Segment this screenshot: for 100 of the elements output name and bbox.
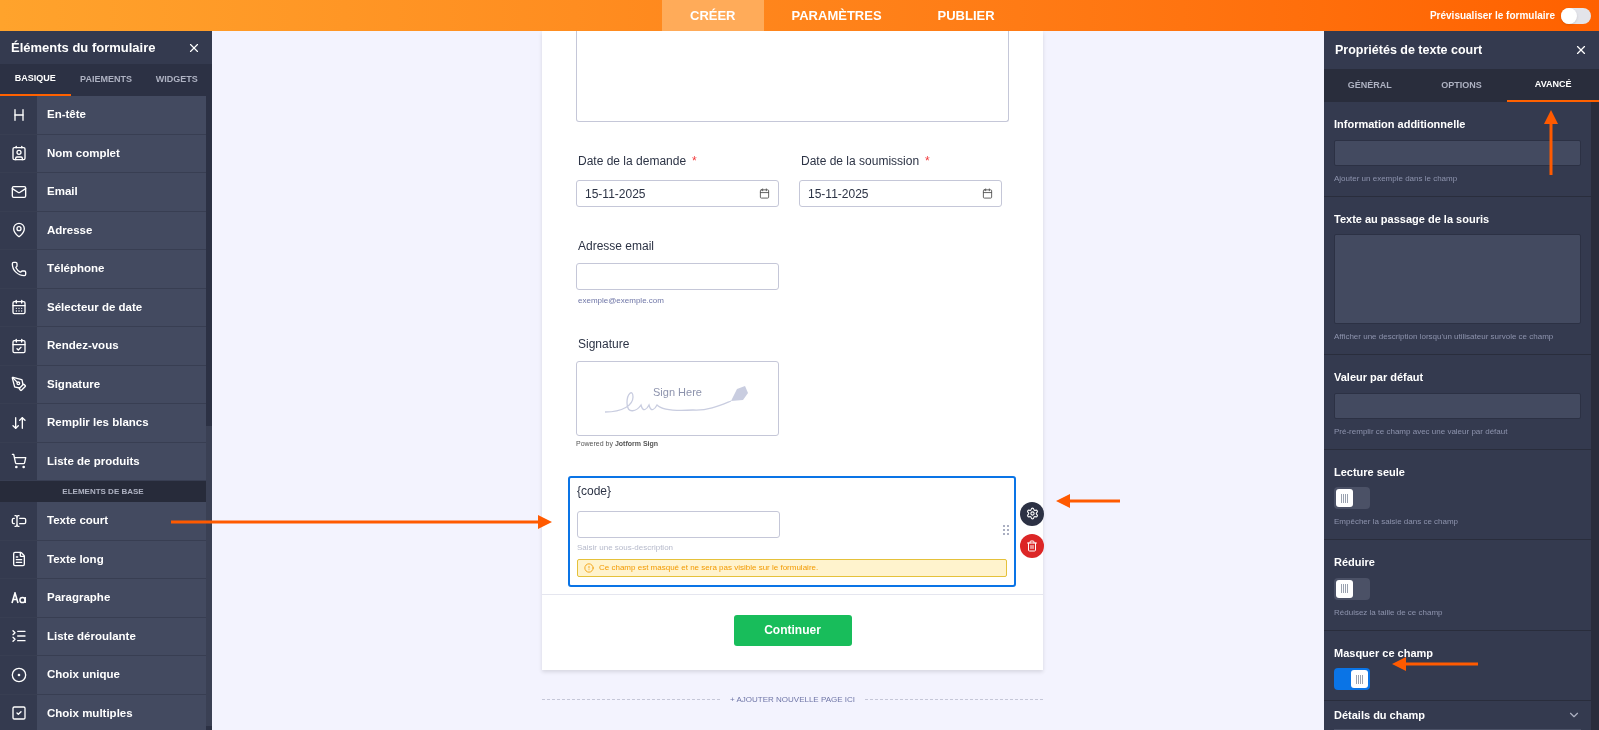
warning-icon [584, 562, 594, 573]
field-sublabel: exemple@exemple.com [578, 295, 665, 307]
section-heading: ELEMENTS DE BASE [0, 481, 206, 502]
setting-label: Lecture seule [1334, 464, 1406, 480]
element-label: Sélecteur de date [47, 299, 143, 315]
settings-button[interactable] [1020, 501, 1044, 526]
setting-hint: Ajouter un exemple dans le champ [1334, 172, 1459, 185]
scrollbar-thumb[interactable] [206, 426, 212, 726]
annotation-arrow [1544, 110, 1558, 175]
warning-text: Ce champ est masqué et ne sera pas visible sur le formulaire. [599, 561, 819, 574]
calendar-icon[interactable] [982, 188, 993, 199]
panel-tab[interactable]: WIDGETS [141, 64, 212, 96]
text-input[interactable] [1334, 139, 1581, 166]
setting-label: Valeur par défaut [1334, 370, 1425, 385]
panel-tab[interactable]: PAIEMENTS [70, 64, 142, 96]
element-item[interactable]: Remplir les blancs [0, 404, 206, 443]
setting-label: Texte au passage de la souris [1334, 211, 1491, 227]
element-item[interactable]: Liste de produits [0, 442, 206, 481]
accordion-header[interactable]: Détails du champ [1334, 701, 1581, 730]
element-label: Texte long [47, 551, 104, 567]
element-label: Téléphone [47, 261, 105, 277]
field-label: {code} [577, 482, 613, 500]
element-label: Rendez-vous [47, 338, 119, 354]
element-label: En-tête [47, 107, 86, 123]
add-page-link[interactable]: + AJOUTER NOUVELLE PAGE ICI [730, 693, 855, 706]
element-item[interactable]: Sélecteur de date [0, 288, 206, 327]
element-item[interactable]: Téléphone [0, 250, 206, 289]
element-item[interactable]: En-tête [0, 96, 206, 135]
panel-title: Éléments du formulaire [11, 38, 156, 57]
panel-tab[interactable]: AVANCÉ [1507, 69, 1599, 102]
element-item[interactable]: Texte long [0, 540, 206, 579]
aa-icon [10, 591, 27, 604]
fill-blanks-icon [10, 414, 27, 431]
email-field[interactable] [576, 263, 779, 290]
element-item[interactable]: Email [0, 173, 206, 212]
dropdown-icon [10, 628, 27, 645]
element-label: Adresse [47, 222, 93, 238]
setting-hint: Réduisez la taille de ce champ [1334, 606, 1444, 619]
checkbox-icon [10, 705, 27, 722]
element-label: Choix multiples [47, 705, 133, 721]
envelope-icon [10, 183, 27, 200]
radio-icon [10, 666, 27, 683]
contact-card-icon [10, 145, 27, 162]
preview-toggle[interactable] [1561, 7, 1591, 24]
element-item[interactable]: Rendez-vous [0, 327, 206, 366]
setting-label: Information additionnelle [1334, 117, 1467, 132]
toggle-switch[interactable] [1334, 487, 1370, 509]
element-label: Signature [47, 376, 101, 392]
scrollbar-track[interactable] [1591, 102, 1599, 730]
required-mark: * [692, 153, 697, 170]
toggle-switch[interactable] [1334, 668, 1370, 690]
element-label: Choix unique [47, 667, 120, 683]
element-item[interactable]: Nom complet [0, 134, 206, 173]
setting-label: Masquer ce champ [1334, 645, 1435, 661]
panel-tab[interactable]: GÉNÉRAL [1324, 69, 1416, 102]
phone-icon [10, 260, 27, 277]
annotation-arrow [1056, 494, 1120, 508]
field-label: Adresse email [578, 238, 656, 255]
element-item[interactable]: Signature [0, 365, 206, 404]
element-label: Liste de produits [47, 453, 140, 469]
trash-icon [1026, 539, 1038, 552]
text-area-icon [10, 551, 27, 568]
text-input[interactable] [1334, 392, 1581, 419]
date-field[interactable]: 15-11-2025 [799, 180, 1002, 207]
required-mark: * [925, 153, 930, 170]
field-label: Date de la demande [578, 153, 687, 170]
preview-label: Prévisualiser le formulaire [1429, 9, 1555, 23]
panel-tab[interactable]: OPTIONS [1415, 69, 1508, 102]
settings-icon [1025, 507, 1039, 520]
setting-hint: Pré-remplir ce champ avec une valeur par défaut [1334, 425, 1509, 438]
element-item[interactable]: Choix unique [0, 656, 206, 695]
map-pin-icon [10, 222, 27, 239]
element-label: Email [47, 184, 78, 200]
element-label: Liste déroulante [47, 628, 136, 644]
setting-label: Réduire [1334, 555, 1376, 570]
pen-nib-icon [10, 376, 27, 393]
element-item[interactable]: Choix multiples [0, 694, 206, 730]
element-item[interactable]: Adresse [0, 211, 206, 250]
element-label: Paragraphe [47, 590, 111, 606]
element-label: Remplir les blancs [47, 415, 149, 431]
close-icon[interactable] [1574, 43, 1588, 57]
toggle-switch[interactable] [1334, 577, 1370, 600]
element-item[interactable]: Liste déroulante [0, 617, 206, 656]
drag-handle-icon[interactable] [1003, 524, 1009, 535]
panel-title: Propriétés de texte court [1335, 41, 1483, 59]
element-item[interactable]: Paragraphe [0, 579, 206, 618]
cart-icon [10, 453, 27, 470]
delete-button[interactable] [1020, 533, 1044, 558]
element-item[interactable]: Texte court [0, 502, 206, 541]
calendar-icon[interactable] [759, 188, 770, 199]
element-label: Texte court [47, 513, 109, 529]
field-label: Date de la soumission [801, 153, 920, 170]
date-field[interactable]: 15-11-2025 [576, 180, 779, 207]
setting-hint: Afficher une description lorsqu'un utilisateur survole ce champ [1334, 331, 1555, 343]
text-input-icon [10, 512, 27, 529]
element-label: Nom complet [47, 145, 120, 161]
calendar-icon [10, 299, 27, 316]
setting-hint: Empêcher la saisie dans ce champ [1334, 516, 1460, 528]
field-label: Signature [578, 336, 631, 353]
calendar-check-icon [10, 337, 27, 354]
